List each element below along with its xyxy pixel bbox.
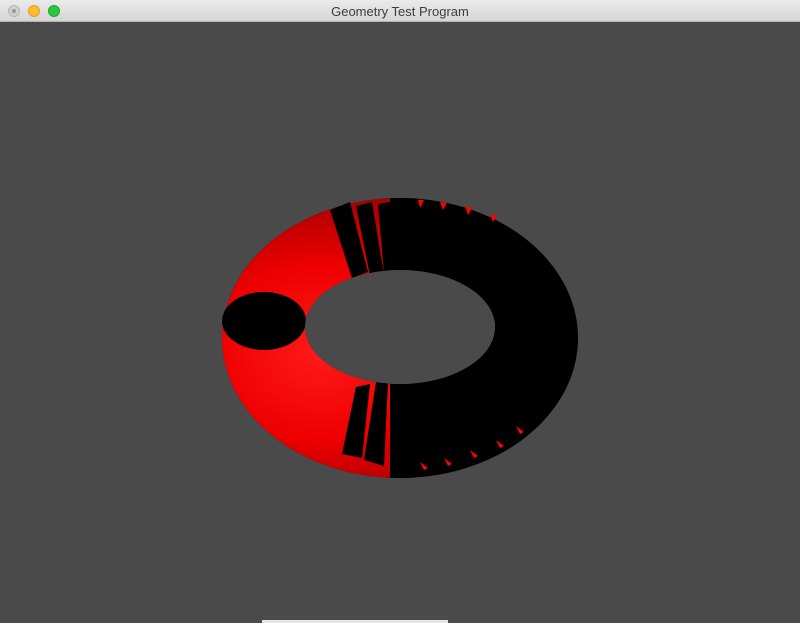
window-title: Geometry Test Program bbox=[331, 4, 469, 19]
torus-render bbox=[222, 198, 579, 479]
torus-cross-section bbox=[222, 292, 306, 350]
torus-hole bbox=[305, 270, 495, 384]
title-bar[interactable]: Geometry Test Program bbox=[0, 0, 800, 22]
render-viewport[interactable] bbox=[0, 22, 800, 623]
app-window: Geometry Test Program bbox=[0, 0, 800, 623]
